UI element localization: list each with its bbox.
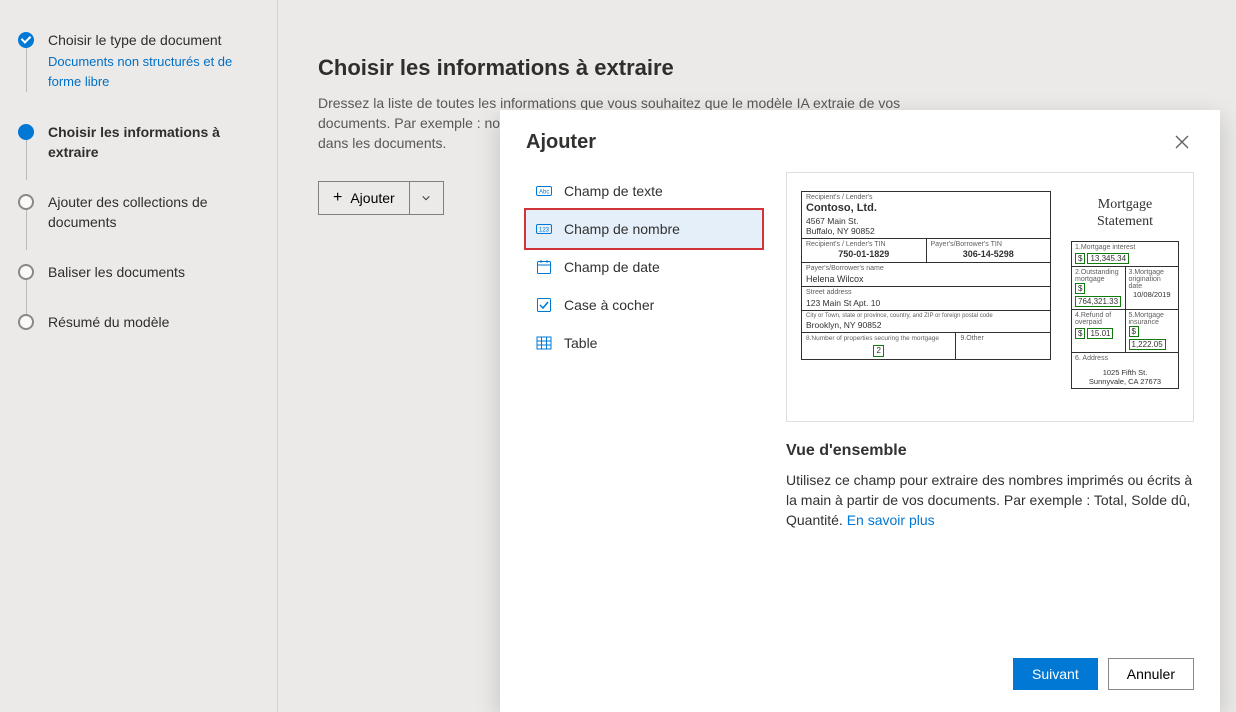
upcoming-step-icon [18, 314, 34, 330]
cancel-button[interactable]: Annuler [1108, 658, 1194, 690]
dialog-footer: Suivant Annuler [500, 640, 1220, 712]
close-button[interactable] [1170, 130, 1194, 154]
svg-text:Abc: Abc [539, 190, 549, 196]
document-preview: Recipient's / Lender's Contoso, Ltd. 456… [786, 172, 1194, 422]
type-checkbox-field[interactable]: Case à cocher [526, 286, 762, 324]
upcoming-step-icon [18, 264, 34, 280]
type-number-field[interactable]: 123 Champ de nombre [526, 210, 762, 248]
add-field-dialog: Ajouter Abc Champ de texte 123 Champ de … [500, 110, 1220, 712]
type-table-field[interactable]: Table [526, 324, 762, 362]
type-label: Table [564, 335, 597, 351]
checkbox-icon [536, 297, 552, 313]
table-icon [536, 335, 552, 351]
type-label: Champ de nombre [564, 221, 680, 237]
dialog-body: Abc Champ de texte 123 Champ de nombre C… [500, 172, 1220, 640]
type-label: Champ de texte [564, 183, 663, 199]
field-type-list: Abc Champ de texte 123 Champ de nombre C… [526, 172, 762, 640]
dialog-title: Ajouter [526, 131, 1170, 154]
type-text-field[interactable]: Abc Champ de texte [526, 172, 762, 210]
svg-text:123: 123 [539, 228, 550, 234]
overview-heading: Vue d'ensemble [786, 442, 1194, 460]
preview-doc-title: Mortgage Statement [1071, 191, 1179, 241]
checkmark-icon [18, 32, 34, 48]
dialog-header: Ajouter [500, 110, 1220, 172]
number-field-icon: 123 [536, 221, 552, 237]
learn-more-link[interactable]: En savoir plus [847, 512, 935, 528]
type-label: Champ de date [564, 259, 660, 275]
upcoming-step-icon [18, 194, 34, 210]
preview-form-left: Recipient's / Lender's Contoso, Ltd. 456… [801, 191, 1051, 360]
type-label: Case à cocher [564, 297, 654, 313]
current-step-icon [18, 124, 34, 140]
preview-form-right: Mortgage Statement 1.Mortgage interest $… [1071, 191, 1179, 389]
next-button[interactable]: Suivant [1013, 658, 1098, 690]
close-icon [1175, 135, 1189, 149]
type-date-field[interactable]: Champ de date [526, 248, 762, 286]
preview-column: Recipient's / Lender's Contoso, Ltd. 456… [786, 172, 1194, 640]
date-field-icon [536, 259, 552, 275]
text-field-icon: Abc [536, 183, 552, 199]
overview-text: Utilisez ce champ pour extraire des nomb… [786, 470, 1194, 530]
